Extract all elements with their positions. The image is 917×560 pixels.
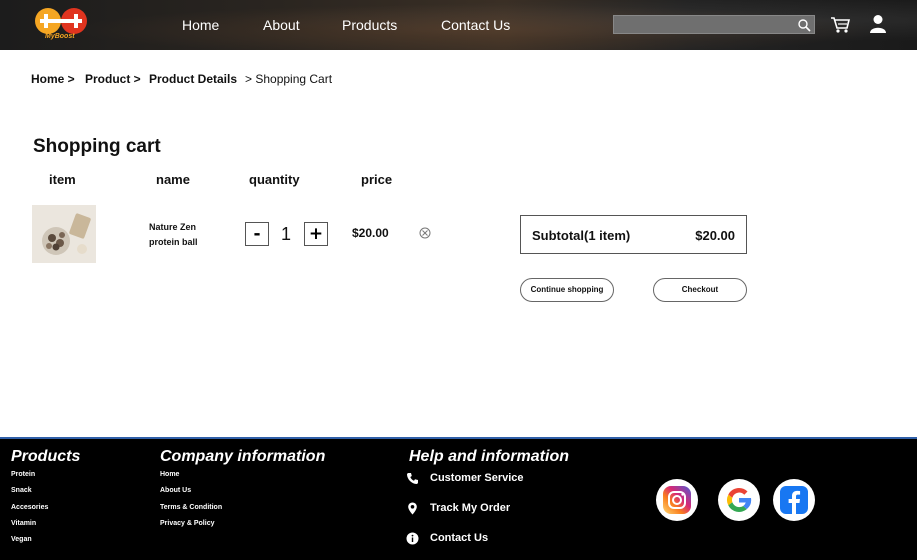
location-pin-icon [408, 502, 417, 515]
footer-link-customer-service[interactable]: Customer Service [430, 472, 524, 484]
site-footer: Products Protein Snack Accesories Vitami… [0, 437, 917, 560]
quantity-increase-button[interactable]: + [304, 222, 328, 246]
footer-link-privacy[interactable]: Privacy & Policy [160, 520, 214, 527]
footer-link-track-order[interactable]: Track My Order [430, 502, 510, 514]
info-icon [406, 532, 419, 545]
footer-help-title: Help and information [409, 448, 569, 465]
footer-link-vegan[interactable]: Vegan [11, 536, 32, 543]
breadcrumb-home[interactable]: Home > [31, 72, 75, 86]
column-header-name: name [156, 172, 190, 187]
column-header-quantity: quantity [249, 172, 300, 187]
footer-link-home[interactable]: Home [160, 471, 179, 478]
nav-contact-us[interactable]: Contact Us [441, 17, 510, 33]
footer-link-snack[interactable]: Snack [11, 487, 32, 494]
column-header-price: price [361, 172, 393, 187]
footer-link-protein[interactable]: Protein [11, 471, 35, 478]
breadcrumb-shopping-cart: > Shopping Cart [245, 72, 333, 86]
nav-home[interactable]: Home [182, 17, 219, 33]
page-title: Shopping cart [33, 136, 161, 157]
user-icon[interactable] [869, 14, 887, 34]
quantity-value: 1 [280, 224, 291, 244]
site-header: MyBoost Home About Products Contact Us [0, 0, 917, 50]
product-name[interactable]: Nature Zen protein ball [149, 220, 219, 250]
quantity-decrease-button[interactable]: - [245, 222, 269, 246]
footer-company-title: Company information [160, 448, 326, 465]
google-icon[interactable] [718, 479, 760, 521]
footer-link-accesories[interactable]: Accesories [11, 504, 48, 511]
footer-link-contact-us[interactable]: Contact Us [430, 532, 488, 544]
item-price: $20.00 [352, 226, 389, 240]
nav-products[interactable]: Products [342, 17, 397, 33]
subtotal-label: Subtotal(1 item) [532, 228, 631, 243]
cart-icon[interactable] [830, 15, 850, 34]
search-box [613, 15, 815, 34]
nav-about[interactable]: About [263, 17, 300, 33]
column-header-item: item [49, 172, 76, 187]
remove-item-icon[interactable] [419, 227, 431, 239]
footer-link-about-us[interactable]: About Us [160, 487, 191, 494]
product-image[interactable] [32, 205, 96, 263]
instagram-icon[interactable] [656, 479, 698, 521]
breadcrumb-product[interactable]: Product > [85, 72, 141, 86]
logo-text: MyBoost [45, 33, 75, 40]
subtotal-value: $20.00 [695, 228, 735, 243]
search-icon[interactable] [797, 18, 811, 32]
facebook-icon[interactable] [773, 479, 815, 521]
checkout-button[interactable]: Checkout [653, 278, 747, 302]
footer-link-vitamin[interactable]: Vitamin [11, 520, 36, 527]
breadcrumb-product-details[interactable]: Product Details [149, 72, 237, 86]
footer-products-title: Products [11, 448, 81, 465]
search-input[interactable] [618, 17, 793, 32]
subtotal-box: Subtotal(1 item) $20.00 [520, 215, 747, 254]
continue-shopping-button[interactable]: Continue shopping [520, 278, 614, 302]
phone-icon [407, 473, 418, 484]
footer-link-terms[interactable]: Terms & Condition [160, 504, 222, 511]
